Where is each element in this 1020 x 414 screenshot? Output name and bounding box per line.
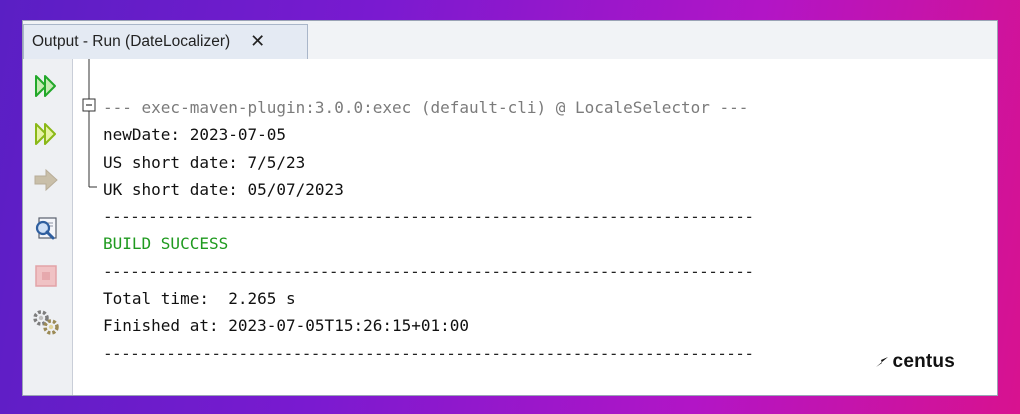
rerun-button[interactable] [31, 71, 61, 101]
tab-bar: Output - Run (DateLocalizer) ✕ [23, 21, 997, 60]
brand-logo: centus [875, 351, 955, 373]
output-line: ----------------------------------------… [103, 207, 754, 227]
stop-icon [35, 265, 57, 287]
rerun-with-options-button[interactable] [31, 119, 61, 149]
tab-title: Output - Run (DateLocalizer) [32, 33, 231, 50]
rerun-icon [35, 75, 56, 97]
rerun-with-options-icon [35, 123, 56, 145]
output-line: ----------------------------------------… [103, 343, 754, 363]
fold-gutter [82, 59, 97, 188]
settings-button[interactable] [31, 307, 61, 337]
output-line: --- exec-maven-plugin:3.0.0:exec (defaul… [103, 98, 749, 117]
output-lines: --- exec-maven-plugin:3.0.0:exec (defaul… [103, 94, 997, 367]
find-in-output-icon [35, 217, 57, 240]
settings-icon [33, 310, 59, 335]
close-icon[interactable]: ✕ [250, 33, 265, 51]
console-output[interactable]: --- exec-maven-plugin:3.0.0:exec (defaul… [73, 59, 997, 395]
output-line: Finished at: 2023-07-05T15:26:15+01:00 [103, 316, 470, 336]
output-line: Total time: 2.265 s [103, 289, 296, 309]
output-line: UK short date: 05/07/2023 [103, 179, 344, 199]
arrow-right-icon [34, 168, 58, 192]
output-line: ----------------------------------------… [103, 261, 754, 281]
brand-arrow-icon [875, 357, 888, 367]
output-line: US short date: 7/5/23 [103, 152, 306, 172]
output-window: Output - Run (DateLocalizer) ✕ --- exec-… [22, 20, 998, 396]
output-toolbar [23, 59, 73, 395]
stop-button[interactable] [31, 261, 61, 291]
output-line: newDate: 2023-07-05 [103, 125, 287, 145]
brand-name: centus [892, 351, 955, 372]
find-button[interactable] [31, 213, 61, 243]
next-button[interactable] [31, 165, 61, 195]
output-line: BUILD SUCCESS [103, 234, 229, 254]
tab-output-run[interactable]: Output - Run (DateLocalizer) ✕ [23, 24, 308, 59]
